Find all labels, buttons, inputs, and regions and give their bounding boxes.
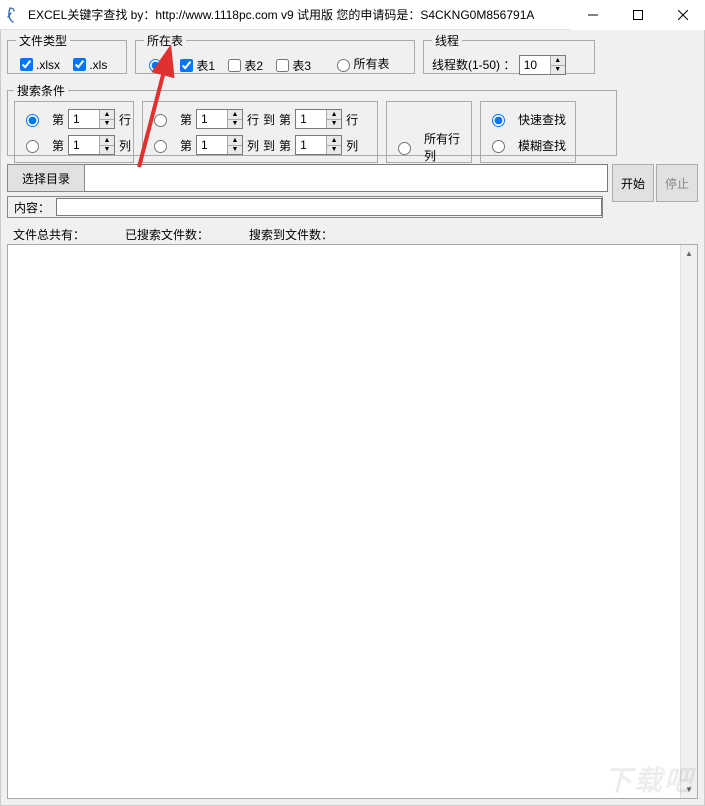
content-input[interactable] (56, 198, 602, 216)
radio-fast-search[interactable] (487, 111, 508, 127)
choose-dir-button[interactable]: 选择目录 (7, 164, 85, 192)
radio-sheet-all[interactable]: 所有表 (332, 55, 389, 72)
cond-left-box: 第 ▲▼ 行 第 ▲▼ 列 (14, 101, 134, 163)
group-threads-legend: 线程 (432, 32, 462, 49)
spin-down-icon[interactable]: ▼ (551, 66, 565, 75)
group-filetype-legend: 文件类型 (16, 32, 70, 49)
scrollbar[interactable]: ▲ ▼ (680, 245, 697, 798)
window-title: EXCEL关键字查找 by：http://www.1118pc.com v9 试… (28, 6, 570, 23)
checkbox-xlsx[interactable]: .xlsx (16, 55, 60, 74)
row-single-spinner[interactable]: ▲▼ (68, 109, 115, 129)
cond-mode-box: 快速查找 模糊查找 (480, 101, 576, 163)
radio-col-range[interactable] (149, 137, 170, 153)
threads-label: 线程数(1-50) ： (432, 58, 515, 72)
results-pane[interactable]: ▲ ▼ (7, 244, 698, 799)
group-search-cond-legend: 搜索条件 (14, 82, 68, 99)
titlebar: EXCEL关键字查找 by：http://www.1118pc.com v9 试… (0, 0, 705, 30)
spin-up-icon[interactable]: ▲ (551, 56, 565, 66)
window-buttons (570, 0, 705, 29)
start-button[interactable]: 开始 (612, 164, 654, 202)
cond-mid-box: 第 ▲▼ 行 到 第 ▲▼ 行 第 ▲▼ 列 到 第 ▲▼ 列 (142, 101, 378, 163)
threads-spinner[interactable]: ▲▼ (519, 55, 566, 75)
group-sheet: 所在表 表1 表2 表3 所有表 (135, 32, 415, 74)
radio-sheet-specify[interactable] (144, 56, 165, 72)
group-filetype: 文件类型 .xlsx .xls (7, 32, 127, 74)
scroll-up-icon[interactable]: ▲ (681, 245, 697, 262)
radio-row-single[interactable] (21, 111, 42, 127)
group-threads: 线程 线程数(1-50) ： ▲▼ (423, 32, 595, 74)
radio-all-cols[interactable] (393, 139, 414, 155)
close-button[interactable] (660, 0, 705, 30)
col-range-to-spinner[interactable]: ▲▼ (295, 135, 342, 155)
threads-input[interactable] (520, 56, 550, 74)
col-range-from-spinner[interactable]: ▲▼ (196, 135, 243, 155)
radio-col-single[interactable] (21, 137, 42, 153)
row-range-to-spinner[interactable]: ▲▼ (295, 109, 342, 129)
content-row: 内容： (7, 196, 603, 218)
group-sheet-legend: 所在表 (144, 32, 186, 49)
group-search-cond: 搜索条件 第 ▲▼ 行 第 ▲▼ 列 (7, 82, 617, 156)
status-total: 文件总共有： (13, 226, 85, 243)
checkbox-xls[interactable]: .xls (69, 55, 107, 74)
status-found: 搜索到文件数： (249, 226, 333, 243)
scroll-down-icon[interactable]: ▼ (681, 781, 697, 798)
content-label: 内容： (8, 199, 56, 216)
client-area: 文件类型 .xlsx .xls 所在表 表1 表2 表3 所有表 线程 线程数(… (0, 30, 705, 806)
checkbox-sheet1[interactable]: 表1 (176, 56, 215, 75)
cond-allcols-box: 所有行列 (386, 101, 472, 163)
checkbox-sheet2[interactable]: 表2 (224, 56, 263, 75)
col-single-spinner[interactable]: ▲▼ (68, 135, 115, 155)
row-range-from-spinner[interactable]: ▲▼ (196, 109, 243, 129)
dir-path-input[interactable] (85, 164, 608, 192)
radio-fuzzy-search[interactable] (487, 137, 508, 153)
minimize-button[interactable] (570, 0, 615, 30)
status-searched: 已搜索文件数： (125, 226, 209, 243)
stop-button[interactable]: 停止 (656, 164, 698, 202)
radio-row-range[interactable] (149, 111, 170, 127)
maximize-button[interactable] (615, 0, 660, 30)
app-icon (6, 7, 22, 23)
checkbox-sheet3[interactable]: 表3 (272, 56, 311, 75)
